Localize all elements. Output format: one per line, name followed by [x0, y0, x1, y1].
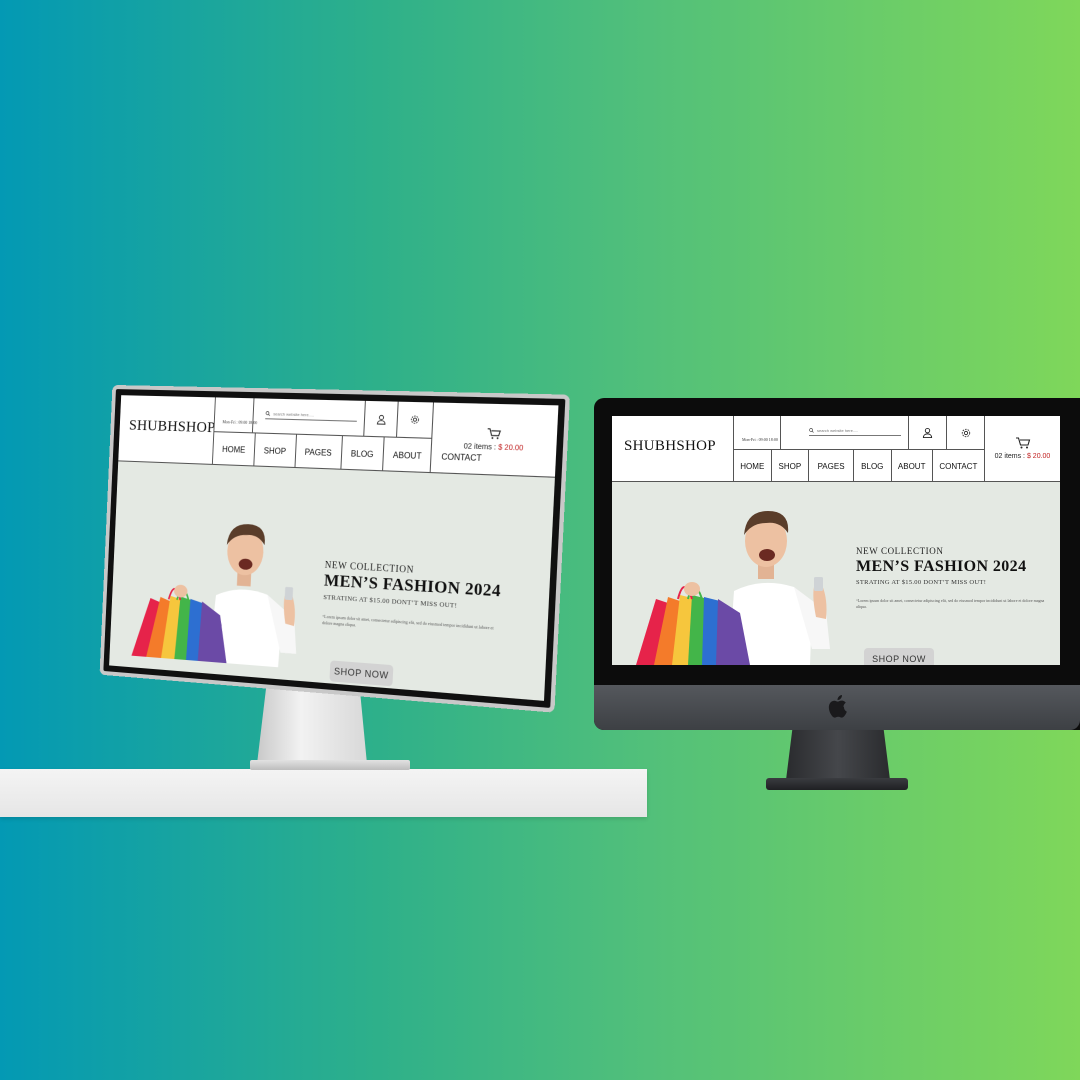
store-hours-text: Mon-Fri : 09:00 18:00 — [742, 436, 778, 442]
cart-button[interactable]: 02 items : $ 20.00 — [984, 416, 1060, 481]
settings-icon — [961, 428, 970, 437]
search-input[interactable]: search website here..... — [273, 411, 314, 417]
apple-logo-icon — [828, 695, 847, 718]
user-icon — [376, 413, 387, 424]
nav-contact[interactable]: CONTACT — [430, 438, 493, 476]
right-monitor-stand-base — [766, 778, 908, 790]
search-bar[interactable]: search website here..... — [780, 416, 908, 449]
shop-now-button[interactable]: SHOP NOW — [864, 648, 934, 665]
left-monitor-stand-base — [250, 760, 410, 770]
nav-blog[interactable]: BLOG — [853, 450, 891, 482]
search-icon — [265, 411, 270, 416]
search-input[interactable]: search website here..... — [817, 428, 858, 433]
hero-copy: NEW COLLECTION MEN’S FASHION 2024 STRATI… — [856, 546, 1052, 609]
nav-blog[interactable]: BLOG — [340, 436, 384, 472]
site-logo[interactable]: SHUBHSHOP — [129, 418, 216, 438]
left-monitor-bezel: SHUBHSHOP Mon-Fri : 09:00 18:00 search w… — [99, 384, 571, 713]
cart-total: $ 20.00 — [497, 443, 524, 453]
hero-subline: STRATING AT $15.00 DONT’T MISS OUT! — [856, 579, 987, 586]
cart-total: $ 20.00 — [1026, 453, 1051, 460]
hero-body: “Lorem ipsum dolor sit amet, consectetur… — [856, 598, 1045, 609]
right-website-screen: SHUBHSHOP Mon-Fri : 09:00 18:00 search w… — [612, 416, 1060, 665]
hero-body: “Lorem ipsum dolor sit amet, consectetur… — [322, 613, 494, 631]
account-button[interactable] — [908, 416, 946, 449]
cart-count: 02 items : — [994, 453, 1026, 460]
settings-button[interactable] — [946, 416, 984, 449]
settings-button[interactable] — [396, 401, 433, 438]
shelf — [0, 769, 647, 817]
right-monitor-stand — [786, 730, 890, 780]
store-hours: Mon-Fri : 09:00 18:00 — [733, 416, 780, 449]
cart-summary: 02 items : $ 20.00 — [995, 453, 1051, 460]
nav-shop[interactable]: SHOP — [770, 450, 809, 482]
nav-home[interactable]: HOME — [211, 432, 255, 467]
cart-icon — [486, 427, 502, 439]
search-bar[interactable]: search website here..... — [251, 398, 365, 436]
main-nav: HOME SHOP PAGES BLOG ABOUT CONTACT — [733, 449, 984, 482]
left-website-screen: SHUBHSHOP Mon-Fri : 09:00 18:00 search w… — [109, 395, 559, 701]
nav-home[interactable]: HOME — [733, 450, 771, 482]
main-nav: HOME SHOP PAGES BLOG ABOUT CONTACT — [211, 431, 493, 476]
nav-about[interactable]: ABOUT — [890, 450, 932, 482]
nav-about[interactable]: ABOUT — [381, 437, 432, 474]
store-hours: Mon-Fri : 09:00 18:00 — [213, 397, 257, 433]
nav-pages[interactable]: PAGES — [294, 434, 342, 470]
nav-contact[interactable]: CONTACT — [931, 450, 984, 482]
left-monitor-mockup: SHUBHSHOP Mon-Fri : 09:00 18:00 search w… — [99, 384, 586, 713]
site-header: SHUBHSHOP Mon-Fri : 09:00 18:00 search w… — [118, 395, 559, 478]
shop-now-button[interactable]: SHOP NOW — [329, 660, 394, 687]
site-header: SHUBHSHOP Mon-Fri : 09:00 18:00 search w… — [612, 416, 1060, 482]
site-logo[interactable]: SHUBHSHOP — [624, 438, 716, 455]
hero-copy: NEW COLLECTION MEN’S FASHION 2024 STRATI… — [322, 559, 502, 637]
account-button[interactable] — [363, 400, 398, 437]
right-monitor-mockup: SHUBHSHOP Mon-Fri : 09:00 18:00 search w… — [594, 398, 1080, 730]
cart-icon — [1015, 437, 1030, 449]
nav-shop[interactable]: SHOP — [253, 433, 296, 468]
hero-headline: MEN’S FASHION 2024 — [856, 558, 1027, 575]
hero-model-with-shopping-bags — [131, 523, 299, 668]
hero-kicker: NEW COLLECTION — [856, 546, 944, 556]
nav-pages[interactable]: PAGES — [808, 450, 853, 482]
hero-model-with-shopping-bags — [636, 511, 830, 665]
user-icon — [922, 428, 933, 438]
search-icon — [809, 428, 814, 433]
settings-icon — [410, 415, 420, 425]
